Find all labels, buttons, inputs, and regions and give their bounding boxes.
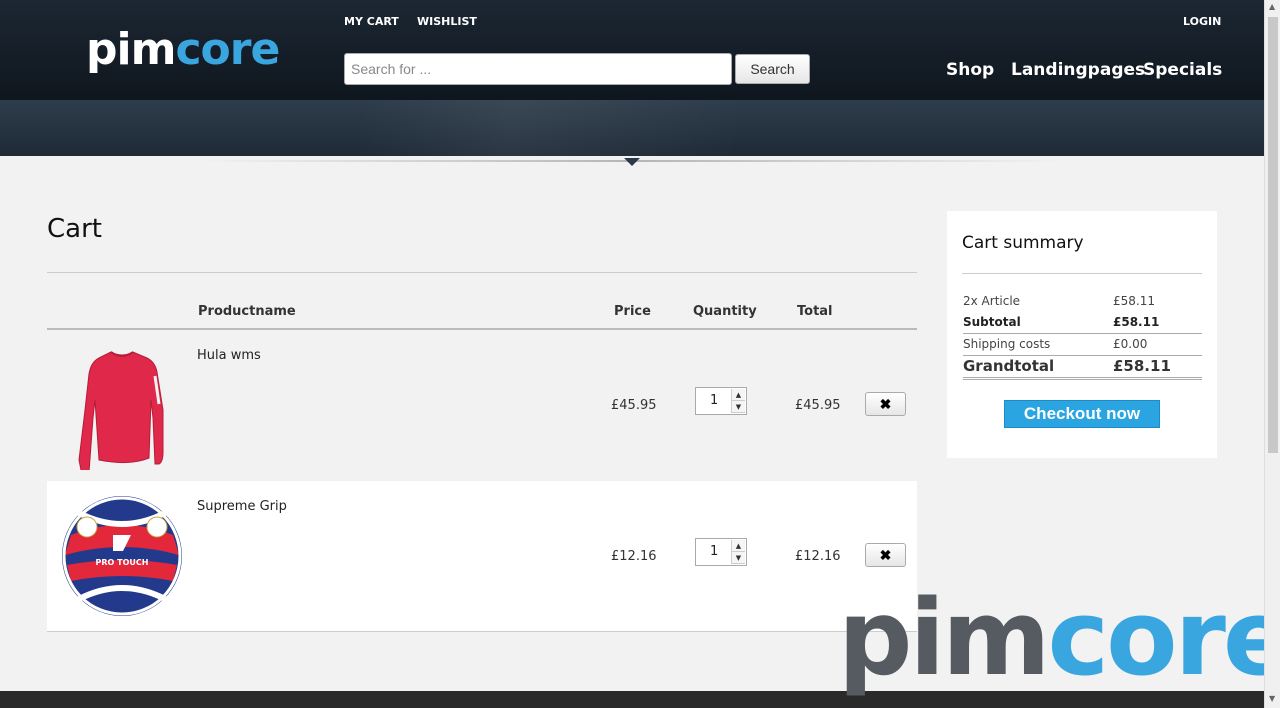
summary-divider — [963, 355, 1202, 356]
summary-double-divider — [963, 377, 1202, 380]
page-title: Cart — [47, 214, 102, 244]
pimcore-watermark: pimcore — [838, 578, 1280, 698]
table-bottom-divider — [47, 631, 917, 632]
product-image-ball[interactable]: PRO TOUCH — [61, 495, 183, 617]
wishlist-link[interactable]: WISHLIST — [417, 15, 477, 28]
my-cart-link[interactable]: MY CART — [344, 15, 399, 28]
subtotal-label: Subtotal — [963, 315, 1021, 329]
product-total: £12.16 — [795, 549, 841, 564]
column-header-total: Total — [797, 304, 833, 319]
close-icon: ✖ — [879, 547, 892, 563]
logo-text-pim: pim — [86, 24, 176, 75]
checkout-button[interactable]: Checkout now — [1004, 400, 1160, 428]
grandtotal-label: Grandtotal — [963, 357, 1055, 375]
article-value: £58.11 — [1113, 294, 1155, 308]
product-price: £45.95 — [611, 398, 657, 413]
remove-item-button[interactable]: ✖ — [865, 392, 906, 416]
product-total: £45.95 — [795, 398, 841, 413]
ball-brand-text: PRO TOUCH — [96, 558, 149, 567]
shipping-value: £0.00 — [1113, 337, 1148, 351]
increment-icon[interactable]: ▲ — [732, 540, 745, 552]
table-row: Hula wms £45.95 1 ▲ ▼ £45.95 ✖ — [47, 330, 917, 481]
scroll-down-icon[interactable]: ▼ — [1269, 694, 1275, 703]
pimcore-logo[interactable]: pimcore — [86, 24, 280, 76]
column-header-price: Price — [614, 304, 651, 319]
product-name[interactable]: Supreme Grip — [197, 499, 287, 514]
nav-landingpages[interactable]: Landingpages — [1011, 60, 1145, 80]
product-name[interactable]: Hula wms — [197, 348, 261, 363]
nav-shop[interactable]: Shop — [946, 60, 994, 80]
watermark-text-pim: pim — [838, 577, 1050, 699]
summary-divider — [962, 273, 1202, 274]
nav-specials[interactable]: Specials — [1143, 60, 1222, 80]
scrollbar-thumb[interactable] — [1268, 17, 1278, 453]
increment-icon[interactable]: ▲ — [732, 389, 745, 401]
logo-text-core: core — [175, 24, 280, 75]
vertical-scrollbar[interactable]: ▲ ▼ — [1264, 0, 1280, 708]
remove-item-button[interactable]: ✖ — [865, 543, 906, 567]
summary-title: Cart summary — [962, 233, 1084, 253]
decrement-icon[interactable]: ▼ — [732, 401, 745, 413]
subtotal-value: £58.11 — [1113, 315, 1160, 329]
quantity-value: 1 — [710, 544, 719, 559]
header-notch — [624, 158, 640, 166]
column-header-quantity: Quantity — [693, 304, 757, 319]
search-input[interactable] — [344, 53, 732, 85]
search-button[interactable]: Search — [735, 54, 810, 84]
quantity-stepper[interactable]: 1 ▲ ▼ — [695, 387, 747, 415]
quantity-stepper[interactable]: 1 ▲ ▼ — [695, 538, 747, 566]
product-image-shirt[interactable] — [59, 340, 185, 473]
table-row: PRO TOUCH Supreme Grip £12.16 1 ▲ ▼ £12.1… — [47, 481, 917, 632]
column-header-product: Productname — [198, 304, 296, 319]
scroll-up-icon[interactable]: ▲ — [1269, 2, 1275, 11]
article-label: 2x Article — [963, 294, 1021, 308]
login-link[interactable]: LOGIN — [1183, 15, 1221, 28]
shipping-label: Shipping costs — [963, 337, 1051, 351]
close-icon: ✖ — [879, 396, 892, 412]
header-banner — [0, 100, 1264, 156]
summary-divider — [963, 333, 1202, 334]
cart-summary-panel: Cart summary 2x Article £58.11 Subtotal … — [947, 211, 1217, 458]
decrement-icon[interactable]: ▼ — [732, 552, 745, 564]
quantity-value: 1 — [710, 393, 719, 408]
product-price: £12.16 — [611, 549, 657, 564]
grandtotal-value: £58.11 — [1113, 357, 1171, 375]
title-divider — [47, 272, 917, 273]
watermark-text-core: core — [1047, 577, 1280, 699]
